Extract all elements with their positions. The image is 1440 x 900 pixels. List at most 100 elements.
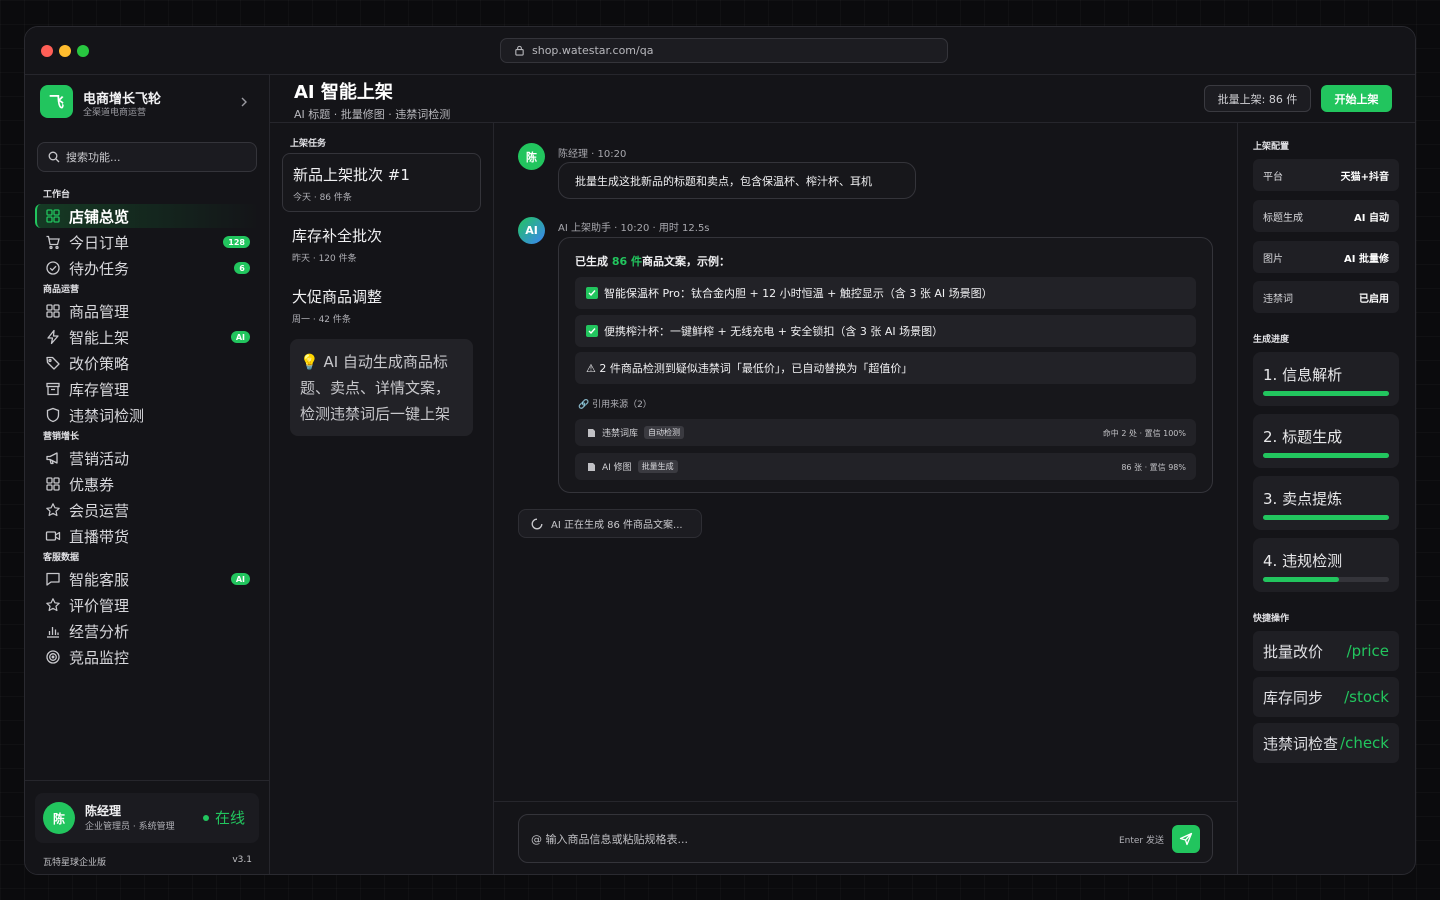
config-value: 已启用 [1359, 293, 1389, 305]
url-text: shop.watestar.com/qa [532, 44, 654, 57]
quick-action-check[interactable]: 违禁词检查/check [1253, 723, 1399, 763]
step-label: 2. 标题生成 [1263, 428, 1343, 446]
sidebar-item-label: 营销活动 [69, 449, 130, 468]
task-card[interactable]: 大促商品调整 周一 · 42 件条 [282, 276, 481, 335]
avatar: 陈 [518, 143, 545, 170]
heading-prefix: 已生成 [575, 255, 612, 268]
lightbulb-icon: 💡 [300, 353, 319, 371]
quick-action-price[interactable]: 批量改价/price [1253, 631, 1399, 671]
config-row-banned-words[interactable]: 违禁词 已启用 [1253, 281, 1399, 313]
start-listing-button[interactable]: 开始上架 [1321, 85, 1392, 112]
batch-listing-button[interactable]: 批量上架: 86 件 [1204, 85, 1311, 112]
spinner-icon [531, 518, 543, 529]
sidebar-item-campaigns[interactable]: 营销活动 [35, 446, 260, 470]
sources-title: 引用来源（2） [592, 400, 652, 410]
generated-count: 86 件 [611, 255, 642, 268]
source-name: AI 修图 [602, 463, 632, 473]
response-heading: 已生成 86 件商品文案，示例： [575, 253, 730, 269]
send-button[interactable] [1172, 825, 1200, 853]
user-message-bubble: 批量生成这批新品的标题和卖点，包含保温杯、榨汁杯、耳机 [558, 162, 916, 199]
list-item: 智能保温杯 Pro：钛合金内胆 + 12 小时恒温 + 触控显示（含 3 张 A… [575, 277, 1196, 309]
item-text: 智能保温杯 Pro：钛合金内胆 + 12 小时恒温 + 触控显示（含 3 张 A… [604, 287, 993, 300]
heading-suffix: 商品文案，示例： [641, 255, 730, 268]
task-card[interactable]: 新品上架批次 #1 今天 · 86 件条 [282, 153, 481, 212]
cart-icon [46, 235, 60, 250]
address-bar[interactable]: shop.watestar.com/qa [500, 38, 948, 63]
sidebar-item-analytics[interactable]: 经营分析 [35, 619, 260, 643]
sidebar-item-reviews[interactable]: 评价管理 [35, 593, 260, 617]
quick-action-stock[interactable]: 库存同步/stock [1253, 677, 1399, 717]
input-placeholder: @ 输入商品信息或粘贴规格表... [531, 831, 688, 847]
section-title-marketing: 营销增长 [43, 432, 80, 442]
task-card[interactable]: 库存补全批次 昨天 · 120 件条 [282, 215, 481, 274]
task-title: 大促商品调整 [292, 288, 383, 306]
sidebar-item-store-overview[interactable]: 店铺总览 [35, 204, 260, 228]
progress-bar [1263, 391, 1389, 396]
config-row-platform[interactable]: 平台 天猫+抖音 [1253, 159, 1399, 191]
tip-text: AI 自动生成商品标题、卖点、详情文案，检测违禁词后一键上架 [300, 353, 451, 423]
config-row-images[interactable]: 图片 AI 批量修 [1253, 241, 1399, 273]
message-meta: 陈经理 · 10:20 [558, 149, 627, 160]
sidebar-item-coupons[interactable]: 优惠券 [35, 472, 260, 496]
progress-bar [1263, 515, 1389, 520]
checkbox-checked-icon [586, 325, 598, 337]
user-card[interactable]: 陈 陈经理 企业管理员 · 系统管理 在线 [35, 793, 259, 843]
sidebar-item-pricing-strategy[interactable]: 改价策略 [35, 351, 260, 375]
ai-avatar: AI [518, 217, 545, 244]
at-icon: @ [531, 833, 542, 846]
task-list-panel: 上架任务 新品上架批次 #1 今天 · 86 件条 库存补全批次 昨天 · 12… [270, 123, 494, 874]
task-list-title: 上架任务 [290, 139, 327, 149]
message-input[interactable]: @ 输入商品信息或粘贴规格表... Enter 发送 [518, 814, 1213, 863]
action-label: 违禁词检查 [1263, 734, 1339, 753]
user-role: 企业管理员 · 系统管理 [85, 822, 175, 832]
sidebar-item-inventory[interactable]: 库存管理 [35, 377, 260, 401]
generating-text: AI 正在生成 86 件商品文案... [551, 520, 683, 531]
config-value: AI 批量修 [1344, 253, 1389, 265]
config-row-title-gen[interactable]: 标题生成 AI 自动 [1253, 200, 1399, 232]
progress-step: 1. 信息解析 [1253, 352, 1399, 406]
sidebar-item-label: 店铺总览 [69, 207, 130, 226]
source-stat: 86 张 · 置信 98% [1121, 463, 1186, 472]
section-title-service-data: 客服数据 [43, 553, 80, 563]
sidebar: 飞 电商增长飞轮 全渠道电商运营 搜索功能... 工作台 店铺总览 今日订单 1… [25, 75, 270, 874]
maximize-window-button[interactable] [77, 45, 89, 57]
source-row[interactable]: AI 修图 批量生成 86 张 · 置信 98% [575, 453, 1196, 480]
action-command: /price [1346, 642, 1389, 660]
sidebar-item-label: 优惠券 [69, 475, 115, 494]
video-icon [45, 531, 61, 541]
brand-switcher[interactable]: 飞 电商增长飞轮 全渠道电商运营 [40, 85, 255, 119]
document-icon [588, 462, 595, 471]
section-title-product-ops: 商品运营 [43, 285, 80, 295]
item-text: 便携榨汁杯：一键鲜榨 + 无线充电 + 安全锁扣（含 3 张 AI 场景图） [604, 325, 944, 338]
page-header: AI 智能上架 AI 标题 · 批量修图 · 违禁词检测 批量上架: 86 件 … [270, 75, 1415, 123]
sidebar-item-product-management[interactable]: 商品管理 [35, 299, 260, 323]
close-window-button[interactable] [41, 45, 53, 57]
sidebar-item-label: 智能上架 [69, 328, 130, 347]
sidebar-item-todo[interactable]: 待办任务 6 [35, 256, 260, 280]
sidebar-item-live-streaming[interactable]: 直播带货 [35, 524, 260, 548]
sidebar-item-orders[interactable]: 今日订单 128 [35, 230, 260, 254]
bar-chart-icon [47, 627, 59, 638]
sidebar-item-smart-listing[interactable]: 智能上架 AI [35, 325, 260, 349]
task-meta: 昨天 · 120 件条 [292, 254, 357, 264]
config-key: 平台 [1263, 171, 1283, 183]
sidebar-item-label: 评价管理 [69, 596, 130, 615]
orders-count-badge: 128 [223, 236, 250, 248]
list-item: 便携榨汁杯：一键鲜榨 + 无线充电 + 安全锁扣（含 3 张 AI 场景图） [575, 315, 1196, 347]
sidebar-item-banned-words[interactable]: 违禁词检测 [35, 403, 260, 427]
config-value: 天猫+抖音 [1340, 171, 1389, 183]
sidebar-item-competitor-monitor[interactable]: 竞品监控 [35, 645, 260, 669]
source-row[interactable]: 违禁词库 自动检测 命中 2 处 · 置信 100% [575, 419, 1196, 446]
sidebar-item-members[interactable]: 会员运营 [35, 498, 260, 522]
task-meta: 周一 · 42 件条 [292, 315, 351, 325]
search-input[interactable]: 搜索功能... [37, 142, 257, 172]
section-title-workbench: 工作台 [43, 190, 71, 200]
online-dot-icon [202, 814, 209, 821]
minimize-window-button[interactable] [59, 45, 71, 57]
progress-fill [1263, 453, 1389, 458]
step-label: 4. 违规检测 [1263, 552, 1343, 570]
send-icon [1179, 832, 1193, 846]
sidebar-item-smart-service[interactable]: 智能客服 AI [35, 567, 260, 591]
progress-fill [1263, 391, 1389, 396]
sidebar-item-label: 经营分析 [69, 622, 130, 641]
